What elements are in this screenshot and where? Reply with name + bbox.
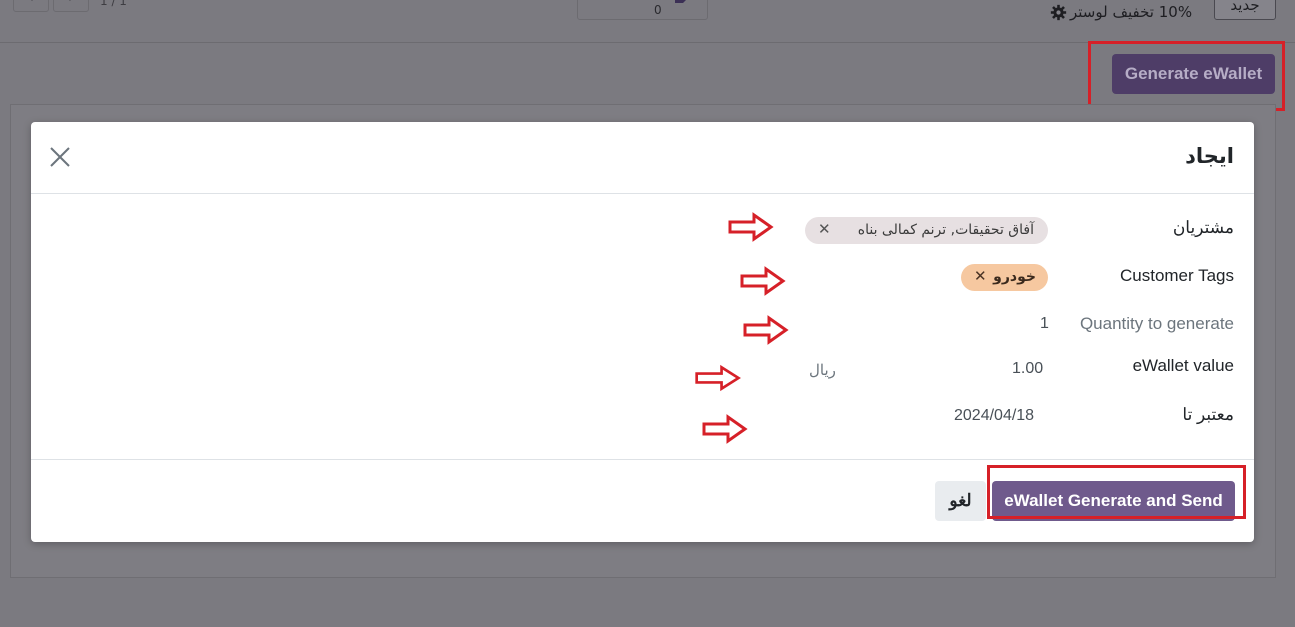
smart-button-count: 0 [654, 3, 662, 17]
customers-label: مشتریان [1172, 218, 1234, 237]
arrow-right-icon [728, 212, 774, 242]
annotation-highlight-box [987, 465, 1246, 519]
category-tag[interactable]: خودرو ✕ [961, 264, 1048, 291]
smart-button[interactable]: 0 [577, 0, 708, 20]
quantity-input[interactable]: 1 [1040, 315, 1049, 333]
arrow-right-icon [743, 315, 789, 345]
arrow-right-icon [695, 364, 741, 392]
customer-tag-label: آفاق تحقیقات, ترنم کمالی بناه [857, 222, 1034, 238]
ewallet-value-input[interactable]: 1.00 [1012, 360, 1043, 378]
category-tag-label: خودرو [993, 269, 1036, 285]
valid-until-input[interactable]: 2024/04/18 [954, 407, 1034, 425]
gear-icon[interactable] [1050, 4, 1067, 21]
currency-label: ریال [809, 362, 836, 379]
close-icon[interactable] [47, 144, 73, 170]
arrow-right-icon [702, 414, 748, 444]
customer-tags-label: Customer Tags [1119, 266, 1234, 285]
valid-until-label: معتبر تا [1182, 405, 1234, 424]
cancel-button[interactable]: لغو [935, 481, 986, 521]
ewallet-value-label: eWallet value [1132, 356, 1234, 375]
quantity-label: Quantity to generate [1079, 314, 1234, 333]
pager-next-button[interactable]: › [53, 0, 89, 12]
remove-tag-icon[interactable]: ✕ [818, 220, 831, 238]
pager-value: 1 / 1 [100, 0, 127, 8]
annotation-highlight-box [1088, 41, 1285, 111]
modal-header: ایجاد [31, 122, 1254, 194]
arrow-right-icon [740, 266, 786, 296]
tag-icon [675, 0, 686, 3]
customer-tag[interactable]: آفاق تحقیقات, ترنم کمالی بناه ✕ [805, 217, 1048, 244]
pager-prev-button[interactable]: ‹ [13, 0, 49, 12]
modal-title: ایجاد [1185, 144, 1234, 168]
record-name: 10% تخفیف لوستر [1070, 3, 1193, 21]
control-panel: ‹ › 1 / 1 0 10% تخفیف لوستر جدید [0, 0, 1295, 43]
new-button[interactable]: جدید [1214, 0, 1276, 20]
remove-tag-icon[interactable]: ✕ [974, 267, 987, 285]
